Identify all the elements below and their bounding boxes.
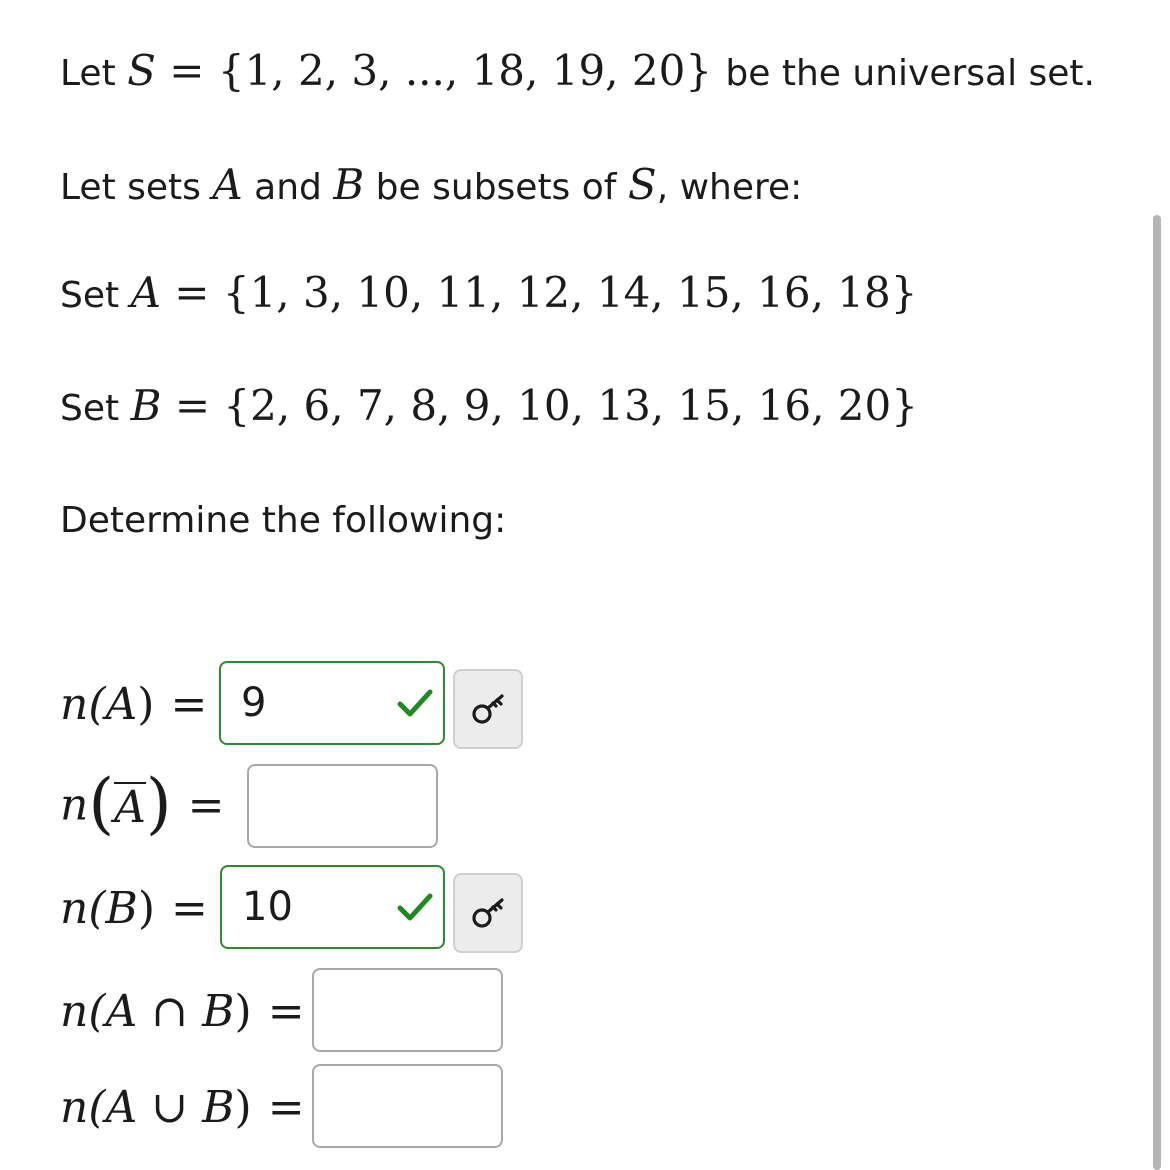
text: Set (60, 388, 120, 429)
set-a-definition: Set A = {1, 3, 10, 11, 12, 14, 15, 16, 1… (60, 272, 917, 314)
math-expression: S = {1, 2, 3, ..., 18, 19, 20} (127, 46, 725, 95)
vertical-scrollbar[interactable] (1153, 215, 1161, 1170)
math-expression: A = {1, 3, 10, 11, 12, 14, 15, 16, 18} (131, 268, 918, 317)
function-n: n( (60, 883, 106, 934)
close-paren: ) (234, 986, 252, 1037)
arg-a-complement: A (114, 782, 146, 833)
expression-n-a: n(A) = (60, 683, 209, 727)
answer-input-n-a-union-b[interactable] (312, 1064, 503, 1148)
equals-sign: = (267, 1082, 305, 1133)
set-b-definition: Set B = {2, 6, 7, 8, 9, 10, 13, 15, 16, … (60, 385, 918, 427)
set-symbol-s: S (127, 46, 156, 95)
arg-a: A (105, 679, 138, 730)
subsets-statement: Let sets A and B be subsets of S, where: (60, 164, 802, 206)
arg-a: A (105, 986, 138, 1037)
function-n: n( (60, 1082, 106, 1133)
answer-input-n-a-complement[interactable] (247, 764, 438, 848)
set-symbol-a: A (212, 160, 243, 209)
close-paren: ) (137, 679, 155, 730)
equals-sign: = (174, 268, 210, 317)
equals-sign: = (169, 46, 205, 95)
text: be subsets of (375, 167, 617, 208)
function-n: n( (60, 986, 106, 1037)
close-paren: ) (137, 883, 156, 934)
answer-input-n-b[interactable]: 10 (220, 865, 445, 949)
open-paren: ( (88, 765, 115, 842)
union-symbol: ∪ (151, 1082, 189, 1133)
key-icon (472, 898, 504, 928)
text: , where: (656, 167, 803, 208)
equals-sign: = (174, 381, 211, 430)
arg-a: A (105, 1082, 138, 1133)
arg-b: B (202, 986, 235, 1037)
expression-n-a-intersect-b: n(A ∩ B) = (60, 990, 307, 1034)
intersection-symbol: ∩ (151, 986, 189, 1037)
set-symbol-a: A (130, 268, 161, 317)
text: Let sets (60, 167, 201, 208)
function-n: n (60, 779, 89, 831)
equals-sign: = (171, 883, 208, 934)
universal-set-statement: Let S = {1, 2, 3, ..., 18, 19, 20} be th… (60, 50, 1095, 92)
equals-sign: = (170, 679, 208, 730)
arg-b: B (105, 883, 138, 934)
math-expression: B = {2, 6, 7, 8, 9, 10, 13, 15, 16, 20} (131, 381, 918, 430)
arg-b: B (202, 1082, 235, 1133)
expression-n-a-complement: n(A) = (60, 771, 227, 841)
answer-input-n-a-intersect-b[interactable] (312, 968, 503, 1052)
expression-n-b: n(B) = (60, 887, 210, 931)
set-symbol-b: B (333, 160, 365, 209)
equals-sign: = (267, 986, 305, 1037)
close-paren: ) (145, 765, 172, 842)
checkmark-icon (397, 689, 433, 717)
show-answer-key-button[interactable] (453, 873, 523, 953)
text: Set (60, 275, 120, 316)
text: be the universal set. (725, 53, 1095, 94)
answer-value: 10 (242, 884, 293, 930)
text: and (254, 167, 322, 208)
set-b-elements: {2, 6, 7, 8, 9, 10, 13, 15, 16, 20} (223, 381, 918, 430)
text: Let (60, 53, 116, 94)
key-icon (472, 694, 504, 724)
answer-input-n-a[interactable]: 9 (219, 661, 445, 745)
close-paren: ) (234, 1082, 252, 1133)
show-answer-key-button[interactable] (453, 669, 523, 749)
function-n: n( (60, 679, 106, 730)
instruction-text: Determine the following: (60, 500, 507, 541)
set-value: {1, 2, 3, ..., 18, 19, 20} (217, 46, 713, 95)
equals-sign: = (187, 779, 225, 831)
set-symbol-s: S (627, 160, 657, 209)
checkmark-icon (397, 893, 433, 921)
set-symbol-b: B (130, 381, 162, 430)
expression-n-a-union-b: n(A ∪ B) = (60, 1086, 307, 1130)
set-a-elements: {1, 3, 10, 11, 12, 14, 15, 16, 18} (222, 268, 918, 317)
answer-value: 9 (241, 680, 267, 726)
